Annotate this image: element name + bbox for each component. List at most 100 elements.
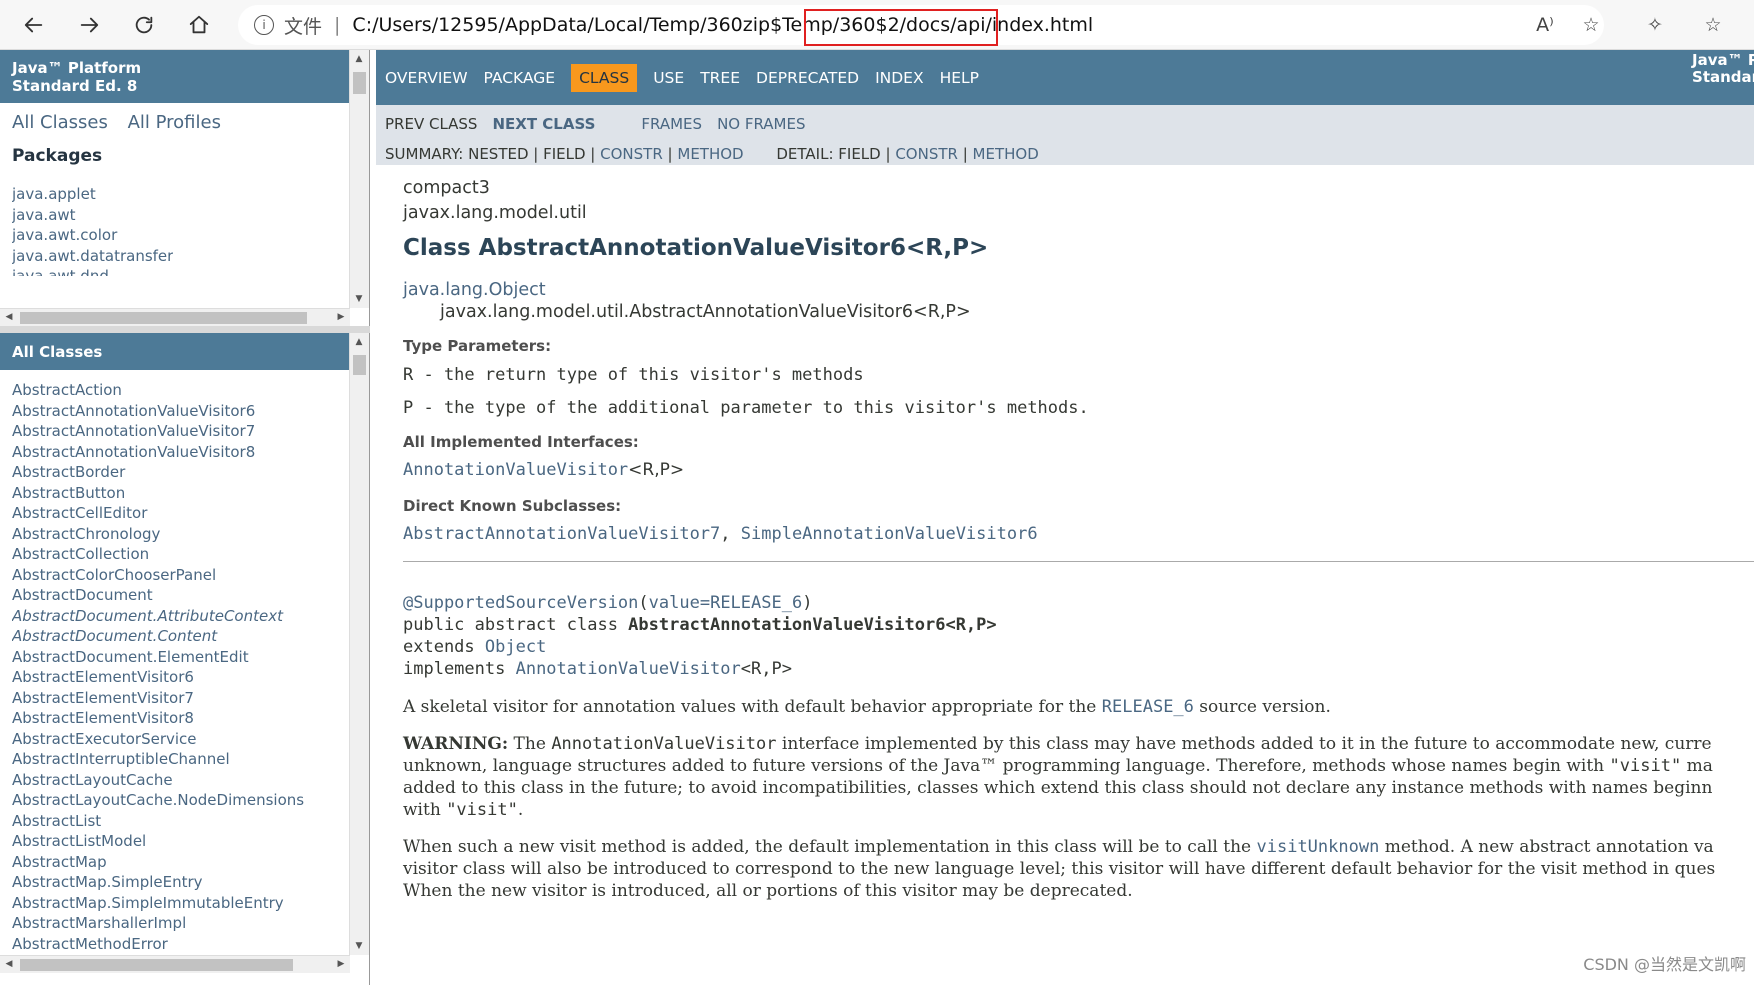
package-link[interactable]: java.awt	[12, 205, 173, 226]
subclass-link-2[interactable]: SimpleAnnotationValueVisitor6	[741, 524, 1038, 544]
class-link[interactable]: AbstractDocument	[12, 585, 304, 606]
class-link[interactable]: AbstractAnnotationValueVisitor8	[12, 442, 304, 463]
class-link[interactable]: AbstractButton	[12, 483, 304, 504]
about-line-2: Standar	[1692, 68, 1754, 86]
class-link[interactable]: AbstractDocument.ElementEdit	[12, 647, 304, 668]
class-link[interactable]: AbstractElementVisitor6	[12, 667, 304, 688]
all-classes-link[interactable]: All Classes	[12, 112, 108, 133]
release-6-link[interactable]: RELEASE_6	[1102, 697, 1194, 717]
extends-keyword: extends	[403, 637, 485, 657]
annotation-key-link[interactable]: value=	[649, 593, 710, 613]
scroll-right-arrow-icon[interactable]: ▶	[332, 312, 350, 322]
nav-overview[interactable]: OVERVIEW	[385, 65, 468, 91]
nav-tree[interactable]: TREE	[700, 65, 740, 91]
class-link[interactable]: AbstractExecutorService	[12, 729, 304, 750]
class-link[interactable]: AbstractColorChooserPanel	[12, 565, 304, 586]
favorites-button[interactable]: ☆	[1700, 12, 1726, 38]
class-link[interactable]: AbstractCellEditor	[12, 503, 304, 524]
no-frames-link[interactable]: NO FRAMES	[717, 115, 805, 133]
class-link[interactable]: AbstractAction	[12, 380, 304, 401]
class-link[interactable]: AbstractChronology	[12, 524, 304, 545]
class-link[interactable]: AbstractMarshallerImpl	[12, 913, 304, 934]
summary-method-link[interactable]: METHOD	[677, 145, 743, 163]
nav-use[interactable]: USE	[653, 65, 684, 91]
class-link[interactable]: AbstractLayoutCache	[12, 770, 304, 791]
package-label: javax.lang.model.util	[403, 203, 587, 223]
visit-unknown-link[interactable]: visitUnknown	[1257, 837, 1380, 857]
back-button[interactable]	[18, 9, 50, 41]
extensions-button[interactable]: ✧	[1642, 12, 1668, 38]
scroll-up-arrow-icon[interactable]: ▲	[350, 337, 368, 347]
class-link[interactable]: AbstractElementVisitor8	[12, 708, 304, 729]
class-link[interactable]: AbstractMap.SimpleEntry	[12, 872, 304, 893]
platform-edition: Standard Ed. 8	[12, 77, 138, 95]
class-link[interactable]: AbstractAnnotationValueVisitor7	[12, 421, 304, 442]
scroll-thumb[interactable]	[20, 959, 293, 971]
scroll-down-arrow-icon[interactable]: ▼	[350, 941, 368, 951]
class-frame-hscrollbar[interactable]: ◀ ▶	[0, 955, 350, 973]
class-link[interactable]: AbstractDocument.Content	[12, 626, 304, 647]
class-link[interactable]: AbstractBorder	[12, 462, 304, 483]
class-link[interactable]: AbstractElementVisitor7	[12, 688, 304, 709]
annotation-link[interactable]: @SupportedSourceVersion	[403, 593, 638, 613]
detail-constr-link[interactable]: CONSTR	[895, 145, 958, 163]
summary-pipe: |	[667, 145, 673, 163]
class-link[interactable]: AbstractLayoutCache.NodeDimensions	[12, 790, 304, 811]
inheritance-root-link[interactable]: java.lang.Object	[403, 279, 1754, 301]
scroll-left-arrow-icon[interactable]: ◀	[0, 959, 18, 969]
implements-interface-link[interactable]: AnnotationValueVisitor	[516, 659, 741, 679]
warning-text-a: The	[508, 734, 552, 754]
visit-method-paragraph: When such a new visit method is added, t…	[403, 836, 1754, 902]
nav-index[interactable]: INDEX	[875, 65, 924, 91]
scroll-thumb[interactable]	[20, 312, 307, 324]
paragraph-line-2: visitor class will also be introduced to…	[403, 859, 1716, 879]
next-class-link[interactable]: NEXT CLASS	[492, 115, 595, 133]
annotation-value-link[interactable]: RELEASE_6	[710, 593, 802, 613]
class-link[interactable]: AbstractMap	[12, 852, 304, 873]
home-button[interactable]	[183, 9, 215, 41]
add-favorite-button[interactable]: ☆	[1578, 12, 1604, 38]
package-frame-hscrollbar[interactable]: ◀ ▶	[0, 308, 350, 326]
package-link[interactable]: java.awt.color	[12, 225, 173, 246]
frames-link[interactable]: FRAMES	[641, 115, 702, 133]
class-link[interactable]: AbstractCollection	[12, 544, 304, 565]
warning-visit-code-2: "visit"	[446, 800, 518, 820]
scroll-thumb[interactable]	[353, 72, 366, 94]
class-frame-vscrollbar[interactable]: ▲ ▼	[349, 333, 369, 955]
all-profiles-link[interactable]: All Profiles	[128, 112, 221, 133]
package-link[interactable]: java.awt.datatransfer	[12, 246, 173, 267]
read-aloud-button[interactable]: A⁾	[1532, 12, 1558, 38]
class-link[interactable]: AbstractListModel	[12, 831, 304, 852]
frame-splitter[interactable]	[0, 326, 370, 333]
class-link[interactable]: AbstractList	[12, 811, 304, 832]
class-link[interactable]: AbstractDocument.AttributeContext	[12, 606, 304, 627]
class-link[interactable]: AbstractAnnotationValueVisitor6	[12, 401, 304, 422]
extends-object-link[interactable]: Object	[485, 637, 546, 657]
about-header: Java™ Pl Standar	[1692, 52, 1754, 86]
detail-method-link[interactable]: METHOD	[973, 145, 1039, 163]
package-link[interactable]: java.applet	[12, 184, 173, 205]
class-declaration: @SupportedSourceVersion(value=RELEASE_6)…	[376, 592, 1754, 902]
subclass-link-1[interactable]: AbstractAnnotationValueVisitor7	[403, 524, 720, 544]
package-link[interactable]: java.awt.dnd	[12, 266, 173, 276]
class-link[interactable]: AbstractInterruptibleChannel	[12, 749, 304, 770]
class-link[interactable]: AbstractMethodError	[12, 934, 304, 955]
refresh-button[interactable]	[128, 9, 160, 41]
summary-constr-link[interactable]: CONSTR	[600, 145, 663, 163]
packages-heading: Packages	[12, 146, 103, 166]
scroll-right-arrow-icon[interactable]: ▶	[332, 959, 350, 969]
implemented-interface-link[interactable]: AnnotationValueVisitor	[403, 460, 628, 480]
scroll-thumb[interactable]	[353, 355, 366, 375]
scroll-left-arrow-icon[interactable]: ◀	[0, 312, 18, 322]
arrow-left-icon	[24, 17, 43, 33]
scroll-up-arrow-icon[interactable]: ▲	[350, 54, 368, 64]
class-link[interactable]: AbstractMap.SimpleImmutableEntry	[12, 893, 304, 914]
scroll-down-arrow-icon[interactable]: ▼	[350, 294, 368, 304]
nav-package[interactable]: PACKAGE	[484, 65, 556, 91]
paragraph-text-a: When such a new visit method is added, t…	[403, 837, 1257, 857]
nav-deprecated[interactable]: DEPRECATED	[756, 65, 859, 91]
package-frame-vscrollbar[interactable]: ▲ ▼	[349, 50, 369, 308]
nav-help[interactable]: HELP	[940, 65, 979, 91]
info-icon[interactable]: i	[254, 15, 274, 35]
forward-button[interactable]	[73, 9, 105, 41]
